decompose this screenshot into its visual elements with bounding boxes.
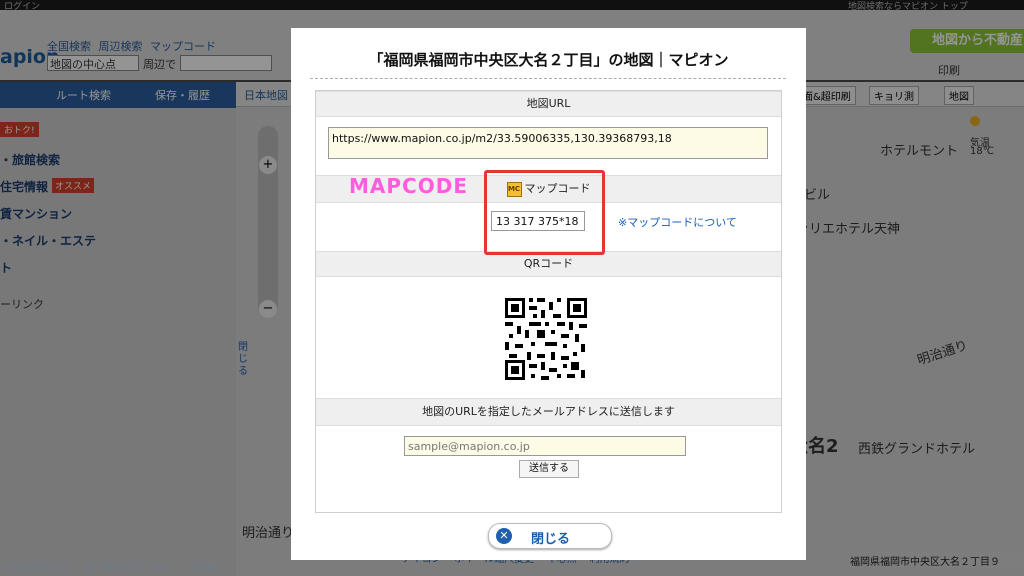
close-icon: ✕: [496, 528, 512, 544]
email-input[interactable]: sample@mapion.co.jp: [404, 436, 686, 456]
close-button-label: 閉じる: [531, 532, 571, 547]
mapcode-about-link[interactable]: ※マップコードについて: [618, 214, 737, 230]
mapcode-highlight-box: [484, 170, 605, 255]
qr-code-graphic: [501, 294, 591, 384]
qr-code: [501, 294, 591, 384]
send-button[interactable]: 送信する: [519, 460, 579, 478]
map-share-dialog: 「福岡県福岡市中央区大名２丁目」の地図｜マピオン 地図URL https://w…: [291, 28, 806, 560]
map-url-field[interactable]: https://www.mapion.co.jp/m2/33.59006335,…: [328, 127, 768, 159]
url-section-header: 地図URL: [316, 91, 781, 117]
dialog-title: 「福岡県福岡市中央区大名２丁目」の地図｜マピオン: [368, 51, 729, 69]
mapcode-annotation: MAPCODE: [349, 174, 468, 198]
close-button[interactable]: ✕ 閉じる: [488, 523, 612, 549]
share-panel: 地図URL https://www.mapion.co.jp/m2/33.590…: [315, 90, 782, 513]
email-section-header: 地図のURLを指定したメールアドレスに送信します: [316, 398, 781, 426]
title-divider: [310, 78, 786, 79]
